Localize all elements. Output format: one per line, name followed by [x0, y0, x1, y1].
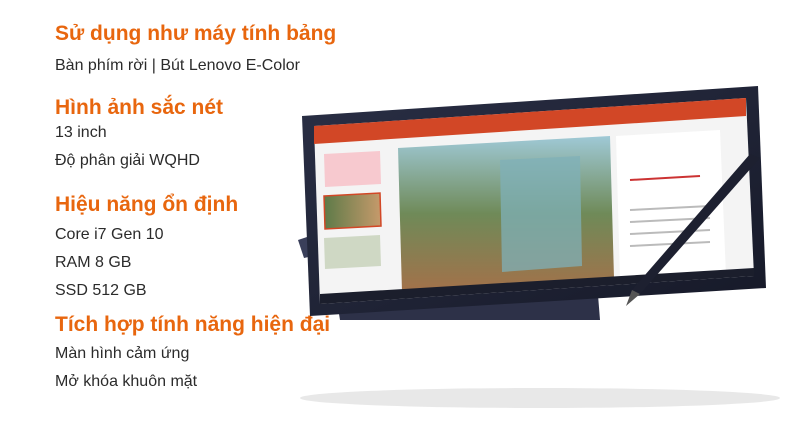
feature-heading-display: Hình ảnh sắc nét — [55, 96, 224, 119]
feature-line-touchscreen: Màn hình cảm ứng — [55, 345, 190, 362]
feature-line-resolution: Độ phân giải WQHD — [55, 152, 200, 169]
feature-line-screen-size: 13 inch — [55, 124, 107, 141]
slide-thumbnail-2 — [323, 192, 382, 230]
feature-line-keyboard-pen: Bàn phím rời | Bút Lenovo E-Color — [55, 57, 300, 74]
slide-thumbnail-1 — [324, 151, 381, 187]
device-shadow — [300, 388, 780, 408]
feature-heading-tablet-use: Sử dụng như máy tính bảng — [55, 22, 337, 45]
feature-heading-performance: Hiệu năng ổn định — [55, 193, 239, 216]
slide-thumbnail-3 — [324, 235, 381, 269]
feature-line-cpu: Core i7 Gen 10 — [55, 226, 164, 243]
photo-doorway — [500, 156, 582, 272]
feature-line-storage: SSD 512 GB — [55, 282, 147, 299]
tablet-illustration — [298, 86, 780, 408]
feature-line-face-unlock: Mở khóa khuôn mặt — [55, 373, 198, 390]
feature-line-ram: RAM 8 GB — [55, 254, 132, 271]
